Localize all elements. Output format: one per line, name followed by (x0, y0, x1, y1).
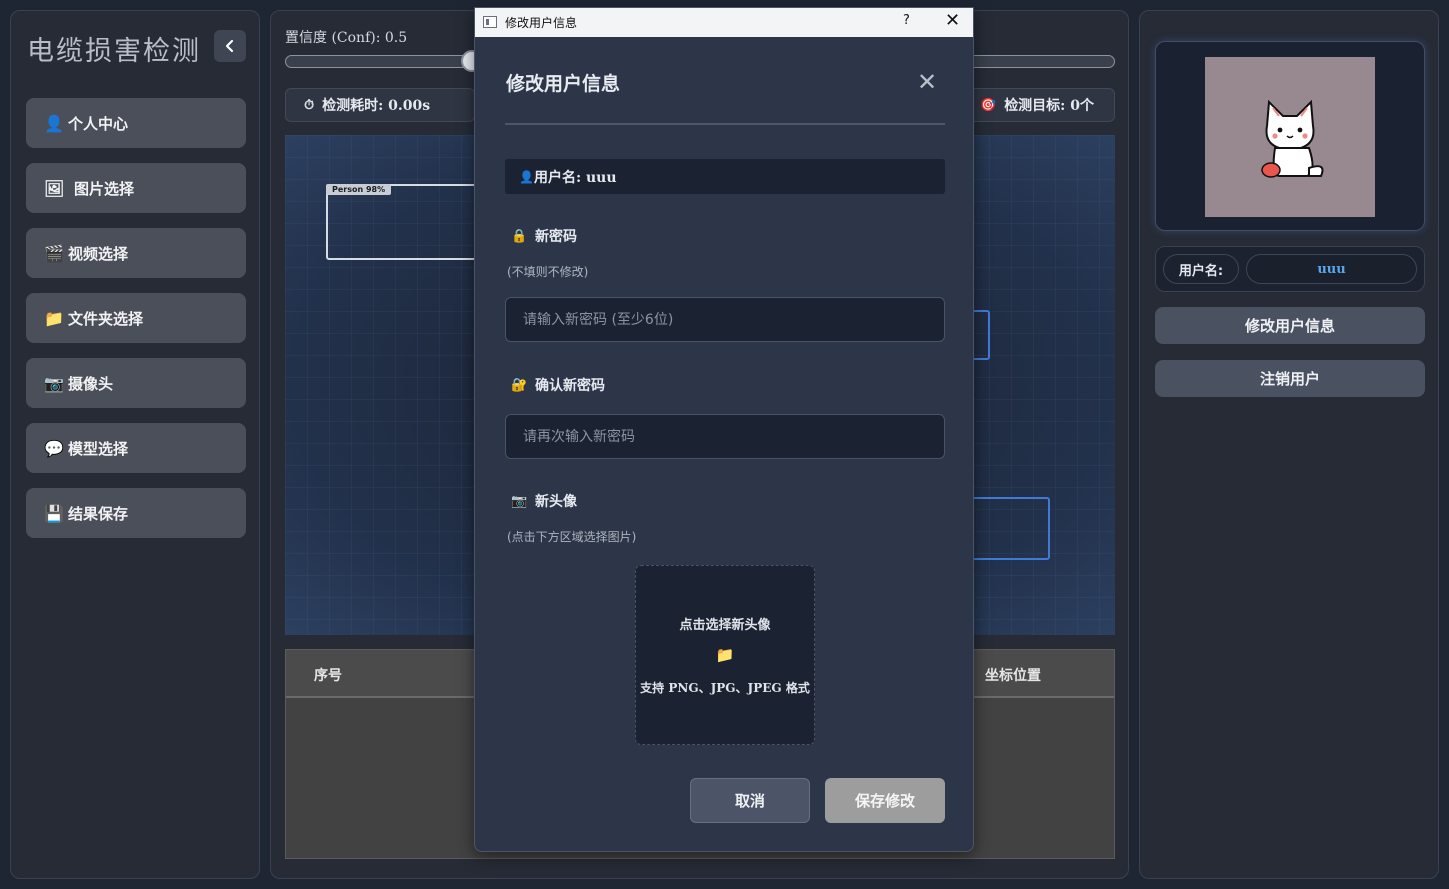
nav-label: 图片选择 (74, 179, 135, 198)
username-label: 用户名: (1163, 254, 1239, 284)
username-row: 用户名: uuu (1155, 246, 1425, 292)
cat-avatar-icon (1261, 99, 1324, 178)
app-title: 电缆损害检测 (27, 36, 201, 67)
nav-label: 视频选择 (68, 244, 129, 263)
current-username-text: 用户名: uuu (533, 169, 617, 186)
detection-box: Person 98% (326, 184, 496, 260)
folder-icon: 📁 (44, 308, 64, 328)
new-avatar-label-text: 新头像 (535, 494, 577, 510)
profile-panel: 用户名: uuu 修改用户信息 注销用户 (1139, 10, 1439, 879)
nav-label: 模型选择 (68, 439, 129, 458)
folder-icon: 📁 (715, 646, 735, 664)
nav-label: 文件夹选择 (68, 309, 144, 328)
user-silhouette-icon: 👤 (519, 169, 534, 184)
camera-icon: 📷 (511, 493, 528, 509)
detection-target-chip: 🎯 检测目标: 0个 (961, 88, 1115, 122)
nav-label: 结果保存 (68, 504, 129, 523)
help-button[interactable]: ? (903, 13, 910, 28)
upload-title: 点击选择新头像 (679, 618, 771, 633)
current-username-bar: 👤 用户名: uuu (505, 159, 945, 194)
confirm-password-input[interactable] (505, 414, 945, 459)
image-icon: 🖼 (44, 178, 65, 198)
avatar (1205, 57, 1375, 217)
chat-bubble-icon: 💬 (44, 438, 64, 458)
target-icon: 🎯 (980, 97, 997, 113)
confirm-password-label-text: 确认新密码 (535, 378, 605, 394)
column-header: 坐标位置 (985, 668, 1041, 684)
new-password-hint: (不填则不修改) (507, 265, 589, 279)
window-close-button[interactable]: ✕ (945, 10, 960, 31)
nav-video-select-button[interactable]: 🎬 视频选择 (26, 228, 246, 278)
floppy-disk-icon: 💾 (44, 503, 64, 523)
stopwatch-icon: ⏱ (304, 97, 315, 113)
edit-user-dialog: 修改用户信息 ? ✕ 修改用户信息 ✕ 👤 用户名: uuu 🔒 新密码 (不填… (474, 7, 974, 852)
nav-label: 个人中心 (68, 114, 129, 133)
dialog-heading: 修改用户信息 (506, 73, 621, 95)
detection-target-label: 检测目标: 0个 (1004, 98, 1094, 114)
confidence-label: 置信度 (Conf): 0.5 (285, 30, 408, 46)
divider (505, 123, 945, 125)
chevron-left-icon (225, 39, 234, 53)
nav-model-select-button[interactable]: 💬 模型选择 (26, 423, 246, 473)
confirm-password-label: 🔐 确认新密码 (511, 375, 605, 395)
new-password-label-text: 新密码 (535, 229, 577, 245)
camera-icon: 📷 (44, 373, 64, 393)
new-password-input[interactable] (505, 297, 945, 342)
logout-user-button[interactable]: 注销用户 (1155, 360, 1425, 397)
username-value: uuu (1246, 254, 1417, 284)
clapperboard-icon: 🎬 (44, 243, 64, 263)
avatar-frame (1155, 41, 1425, 231)
new-avatar-hint: (点击下方区域选择图片) (507, 530, 637, 544)
avatar-upload-area[interactable]: 点击选择新头像 📁 支持 PNG、JPG、JPEG 格式 (635, 565, 815, 745)
window-title: 修改用户信息 (505, 16, 578, 30)
edit-user-info-button[interactable]: 修改用户信息 (1155, 307, 1425, 344)
detection-tag: Person 98% (326, 184, 392, 195)
dialog-close-icon[interactable]: ✕ (917, 68, 937, 96)
nav-personal-center-button[interactable]: 👤 个人中心 (26, 98, 246, 148)
nav-camera-button[interactable]: 📷 摄像头 (26, 358, 246, 408)
new-avatar-label: 📷 新头像 (511, 491, 577, 511)
lock-key-icon: 🔐 (511, 377, 528, 393)
cancel-button[interactable]: 取消 (690, 778, 810, 823)
nav-folder-select-button[interactable]: 📁 文件夹选择 (26, 293, 246, 343)
left-sidebar: 电缆损害检测 👤 个人中心 🖼 图片选择 🎬 视频选择 📁 文件夹选择 📷 摄像… (10, 10, 260, 879)
window-app-icon (483, 16, 497, 28)
lock-icon: 🔒 (511, 228, 528, 244)
column-header: 序号 (314, 668, 342, 684)
nav-label: 摄像头 (68, 374, 114, 393)
upload-format-hint: 支持 PNG、JPG、JPEG 格式 (640, 681, 810, 695)
dialog-titlebar: 修改用户信息 ? ✕ (475, 8, 973, 37)
nav-image-select-button[interactable]: 🖼 图片选择 (26, 163, 246, 213)
collapse-sidebar-button[interactable] (214, 30, 246, 62)
new-password-label: 🔒 新密码 (511, 226, 577, 246)
user-icon: 👤 (44, 113, 64, 133)
nav-save-results-button[interactable]: 💾 结果保存 (26, 488, 246, 538)
save-changes-button[interactable]: 保存修改 (825, 778, 945, 823)
detection-time-chip: ⏱ 检测耗时: 0.00s (285, 88, 475, 122)
detection-time-label: 检测耗时: 0.00s (322, 98, 431, 114)
